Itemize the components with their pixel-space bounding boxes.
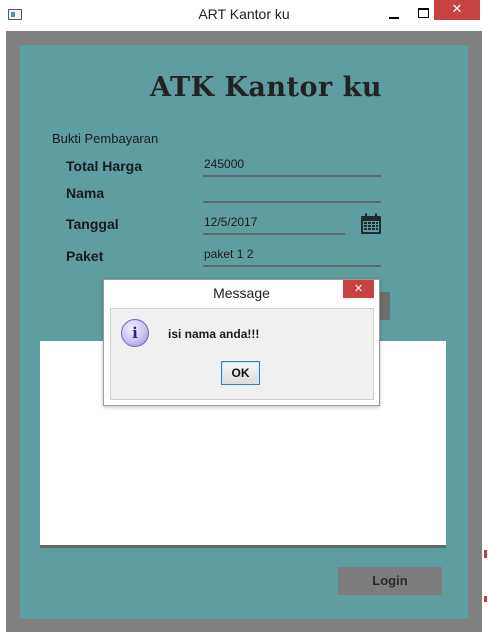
app-heading: ATK Kantor ku xyxy=(150,72,382,103)
info-icon: i xyxy=(121,319,149,347)
separator-line xyxy=(40,545,446,548)
nama-label: Nama xyxy=(66,185,105,201)
login-button[interactable]: Login xyxy=(338,567,442,595)
minimize-button[interactable] xyxy=(380,4,408,24)
total-harga-underline xyxy=(203,175,381,177)
paket-label: Paket xyxy=(66,248,104,264)
total-harga-field[interactable]: 245000 xyxy=(204,157,244,171)
dialog-close-button[interactable]: ✕ xyxy=(343,280,374,298)
calendar-icon[interactable] xyxy=(360,213,382,235)
nama-underline xyxy=(203,201,381,203)
total-harga-label: Total Harga xyxy=(66,158,142,174)
paket-field[interactable]: paket 1 2 xyxy=(204,247,253,261)
dialog-message: isi nama anda!!! xyxy=(168,327,260,341)
tanggal-field[interactable]: 12/5/2017 xyxy=(204,215,257,229)
ok-button[interactable]: OK xyxy=(221,361,260,385)
tanggal-underline xyxy=(203,233,345,235)
background-window-mark xyxy=(484,596,487,602)
background-window-mark xyxy=(484,550,487,558)
dialog-body xyxy=(110,308,374,400)
window-close-button[interactable]: ✕ xyxy=(434,0,480,20)
section-label: Bukti Pembayaran xyxy=(52,131,159,146)
tanggal-label: Tanggal xyxy=(66,216,119,232)
dialog-title: Message xyxy=(213,285,270,301)
paket-underline xyxy=(203,265,381,267)
